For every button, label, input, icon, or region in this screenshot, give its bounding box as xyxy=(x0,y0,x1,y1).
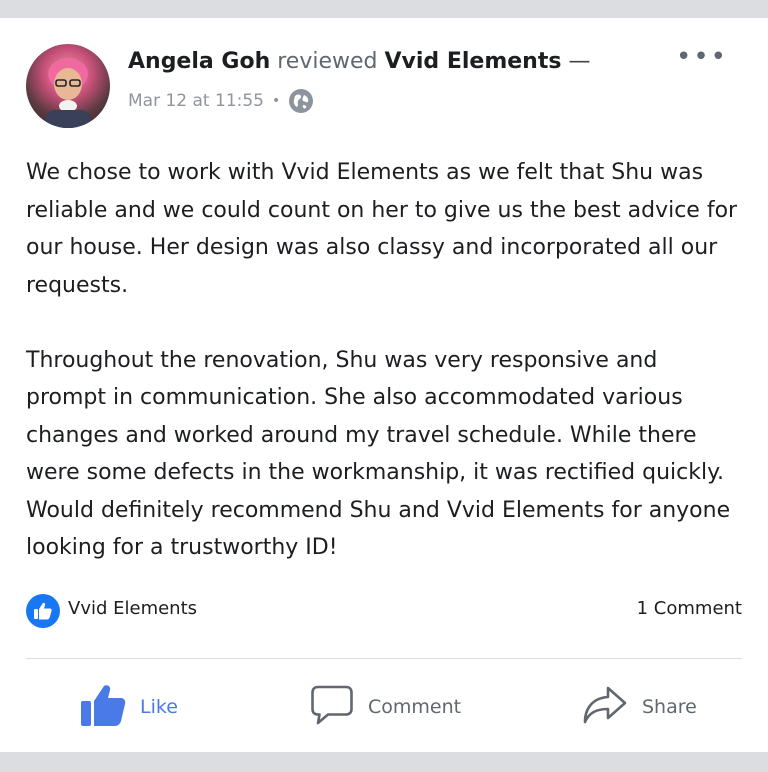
post-header: Angela Goh reviewed Vvid Elements — xyxy=(128,46,590,78)
comment-count[interactable]: 1 Comment xyxy=(637,598,742,619)
like-button[interactable]: Like xyxy=(80,682,178,732)
divider xyxy=(26,658,742,659)
page-name-link[interactable]: Vvid Elements xyxy=(385,49,562,74)
like-label: Like xyxy=(140,696,178,718)
share-arrow-icon xyxy=(582,684,628,730)
author-name[interactable]: Angela Goh xyxy=(128,49,270,74)
more-options-icon[interactable]: ••• xyxy=(676,44,728,70)
review-post-card: Angela Goh reviewed Vvid Elements — ••• … xyxy=(0,18,768,752)
globe-icon[interactable] xyxy=(288,88,314,114)
comment-label: Comment xyxy=(368,696,462,718)
post-meta: Mar 12 at 11:55 • xyxy=(128,88,314,114)
recommendation-dash: — xyxy=(568,49,591,74)
reaction-names[interactable]: Vvid Elements xyxy=(68,598,197,619)
review-body: We chose to work with Vvid Elements as w… xyxy=(26,154,742,567)
feed-separator xyxy=(0,752,768,772)
share-button[interactable]: Share xyxy=(582,682,697,732)
review-verb: reviewed xyxy=(277,49,378,74)
meta-separator: • xyxy=(272,93,281,109)
thumbs-up-icon xyxy=(80,683,126,731)
share-label: Share xyxy=(642,696,697,718)
comment-button[interactable]: Comment xyxy=(310,682,461,732)
avatar[interactable] xyxy=(26,44,110,128)
reaction-stats-bar: Vvid Elements 1 Comment xyxy=(26,592,742,632)
review-paragraph: We chose to work with Vvid Elements as w… xyxy=(26,160,738,298)
avatar-image xyxy=(46,58,90,128)
post-timestamp[interactable]: Mar 12 at 11:55 xyxy=(128,88,264,114)
review-paragraph: Throughout the renovation, Shu was very … xyxy=(26,347,731,561)
like-icon[interactable] xyxy=(26,594,60,628)
comment-bubble-icon xyxy=(310,684,354,730)
